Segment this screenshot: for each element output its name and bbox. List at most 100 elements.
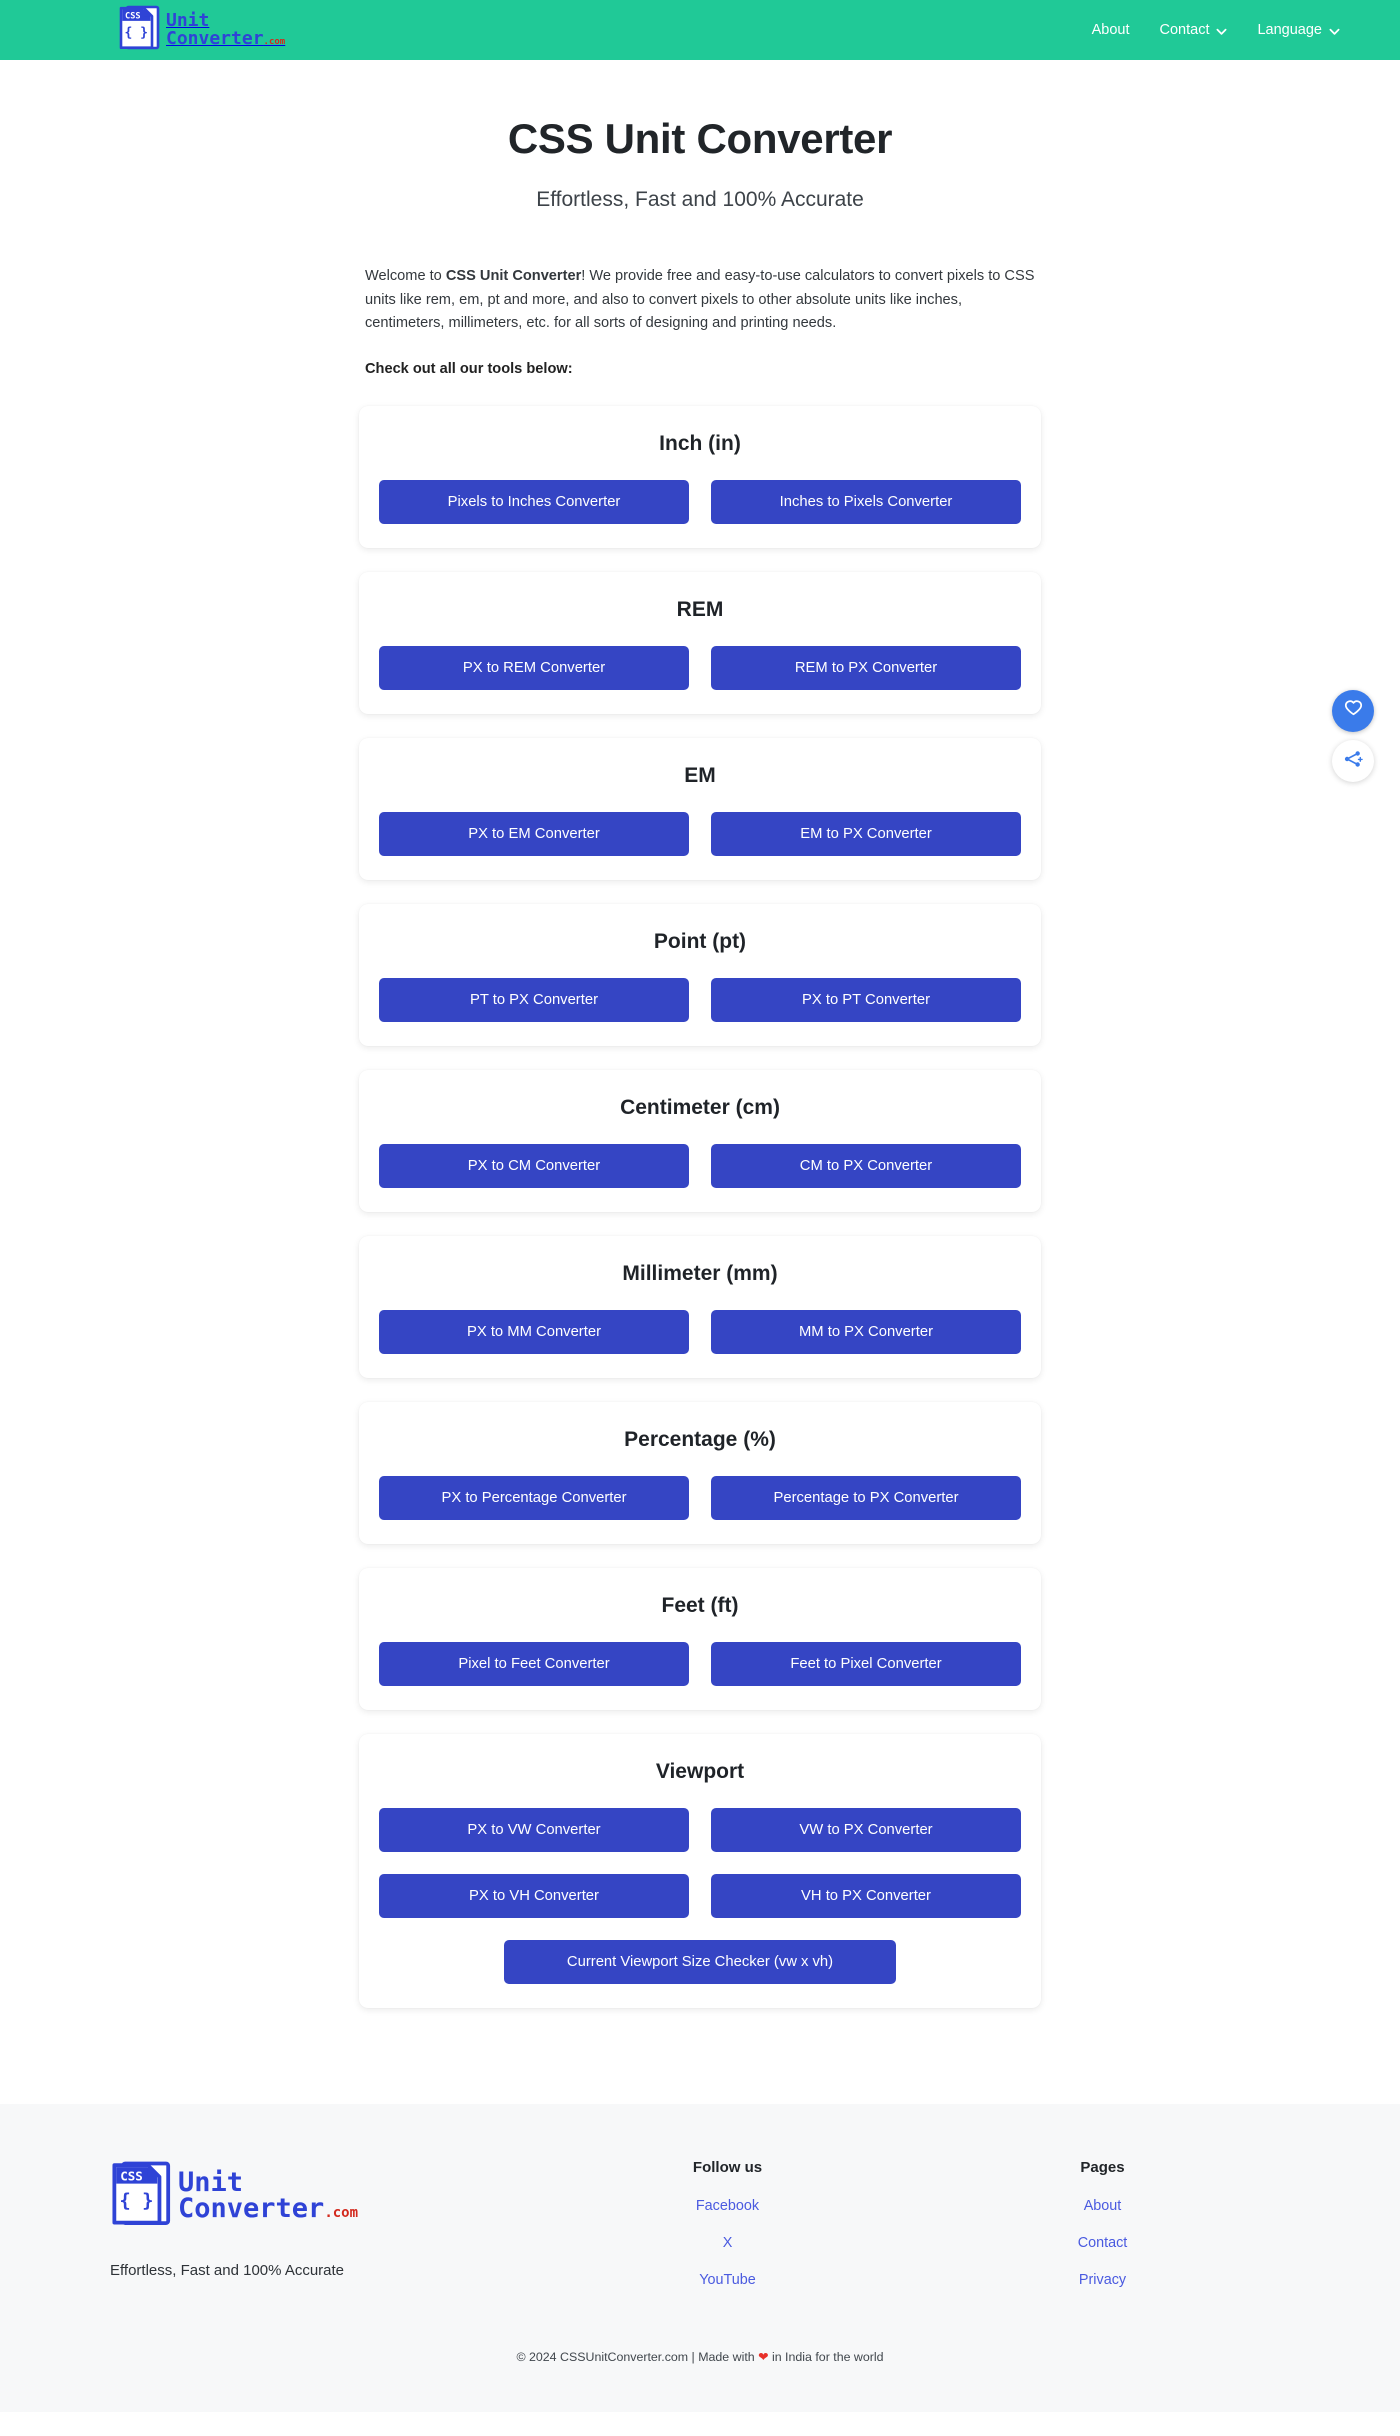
- footer-tagline: Effortless, Fast and 100% Accurate: [110, 2261, 345, 2279]
- btn-px-to-rem[interactable]: PX to REM Converter: [379, 645, 689, 690]
- nav-item-contact[interactable]: Contact: [1160, 22, 1228, 38]
- btn-px-to-mm[interactable]: PX to MM Converter: [379, 1309, 689, 1354]
- intro-paragraph: Welcome to CSS Unit Converter! We provid…: [365, 265, 1035, 336]
- btn-vh-to-px[interactable]: VH to PX Converter: [711, 1873, 1021, 1918]
- card-percentage: Percentage (%) PX to Percentage Converte…: [359, 1401, 1041, 1544]
- card-title: EM: [684, 763, 716, 787]
- card-title: REM: [676, 597, 724, 621]
- footer-link-about[interactable]: About: [915, 2198, 1290, 2214]
- page-title: CSS Unit Converter: [507, 115, 893, 162]
- svg-text:{ }: { }: [124, 25, 147, 40]
- card-button-grid: PX to VW Converter VW to PX Converter PX…: [379, 1807, 1021, 1918]
- floating-action-widgets: [1332, 690, 1374, 782]
- card-button-grid: PX to CM Converter CM to PX Converter: [379, 1143, 1021, 1188]
- intro-section: Welcome to CSS Unit Converter! We provid…: [365, 265, 1035, 382]
- svg-text:CSS: CSS: [120, 2168, 143, 2183]
- nav-label: About: [1091, 22, 1130, 38]
- logo-dotcom: .com: [324, 2205, 359, 2222]
- intro-brand-bold: CSS Unit Converter: [445, 268, 582, 284]
- chevron-down-icon: [1329, 25, 1340, 36]
- nav-label: Language: [1257, 22, 1322, 38]
- card-title: Inch (in): [659, 431, 741, 455]
- css-file-icon: CSS { }: [110, 2159, 174, 2234]
- logo-line-2: Converter.com: [178, 2193, 359, 2225]
- footer-columns: CSS { } Unit Converter.com Effortless, F…: [0, 2159, 1400, 2309]
- footer-brand-logo-link[interactable]: CSS { } Unit Converter.com: [110, 2159, 540, 2234]
- like-button[interactable]: [1332, 690, 1374, 732]
- brand-logo-link[interactable]: CSS { } Unit Converter.com: [118, 4, 285, 57]
- converter-cards: Inch (in) Pixels to Inches Converter Inc…: [359, 405, 1041, 2008]
- footer-column-heading: Follow us: [692, 2158, 763, 2176]
- card-feet: Feet (ft) Pixel to Feet Converter Feet t…: [359, 1567, 1041, 1710]
- btn-cm-to-px[interactable]: CM to PX Converter: [711, 1143, 1021, 1188]
- btn-current-viewport-size-checker[interactable]: Current Viewport Size Checker (vw x vh): [504, 1939, 896, 1984]
- footer-link-x[interactable]: X: [540, 2235, 915, 2251]
- footer-link-contact[interactable]: Contact: [915, 2235, 1290, 2251]
- btn-pt-to-px[interactable]: PT to PX Converter: [379, 977, 689, 1022]
- card-em: EM PX to EM Converter EM to PX Converter: [359, 737, 1041, 880]
- footer-link-youtube[interactable]: YouTube: [540, 2272, 915, 2288]
- copyright-text-after: in India for the world: [768, 2349, 884, 2364]
- card-title: Percentage (%): [624, 1427, 776, 1451]
- logo: CSS { } Unit Converter.com: [118, 4, 285, 57]
- card-rem: REM PX to REM Converter REM to PX Conver…: [359, 571, 1041, 714]
- card-button-grid: PX to MM Converter MM to PX Converter: [379, 1309, 1021, 1354]
- btn-rem-to-px[interactable]: REM to PX Converter: [711, 645, 1021, 690]
- card-viewport: Viewport PX to VW Converter VW to PX Con…: [359, 1733, 1041, 2008]
- card-title: Point (pt): [653, 929, 747, 953]
- card-inch: Inch (in) Pixels to Inches Converter Inc…: [359, 405, 1041, 548]
- svg-text:{ }: { }: [119, 2189, 153, 2211]
- footer-link-privacy[interactable]: Privacy: [915, 2272, 1290, 2288]
- share-icon: [1342, 748, 1364, 775]
- card-title: Millimeter (mm): [622, 1261, 778, 1285]
- hero-section: CSS Unit Converter Effortless, Fast and …: [0, 60, 1400, 212]
- card-button-grid: PX to EM Converter EM to PX Converter: [379, 811, 1021, 856]
- main-content: CSS Unit Converter Effortless, Fast and …: [0, 60, 1400, 2072]
- share-button[interactable]: [1332, 740, 1374, 782]
- btn-px-to-vh[interactable]: PX to VH Converter: [379, 1873, 689, 1918]
- btn-px-to-pt[interactable]: PX to PT Converter: [711, 977, 1021, 1022]
- logo-line-2: Converter.com: [166, 28, 286, 49]
- btn-feet-to-pixel[interactable]: Feet to Pixel Converter: [711, 1641, 1021, 1686]
- btn-px-to-cm[interactable]: PX to CM Converter: [379, 1143, 689, 1188]
- intro-text-before: Welcome to: [365, 268, 446, 284]
- heart-icon: [1343, 698, 1364, 724]
- copyright-text-before: © 2024 CSSUnitConverter.com | Made with: [516, 2349, 759, 2364]
- btn-px-to-em[interactable]: PX to EM Converter: [379, 811, 689, 856]
- nav-item-language[interactable]: Language: [1257, 22, 1340, 38]
- chevron-down-icon: [1216, 25, 1227, 36]
- btn-px-to-percentage[interactable]: PX to Percentage Converter: [379, 1475, 689, 1520]
- header-inner: CSS { } Unit Converter.com About Contact: [0, 4, 1400, 57]
- site-header: CSS { } Unit Converter.com About Contact: [0, 0, 1400, 60]
- footer-brand-column: CSS { } Unit Converter.com Effortless, F…: [110, 2159, 540, 2279]
- card-title: Centimeter (cm): [620, 1095, 780, 1119]
- card-button-grid: Pixels to Inches Converter Inches to Pix…: [379, 479, 1021, 524]
- btn-px-to-vw[interactable]: PX to VW Converter: [379, 1807, 689, 1852]
- btn-mm-to-px[interactable]: MM to PX Converter: [711, 1309, 1021, 1354]
- card-title: Feet (ft): [661, 1593, 739, 1617]
- card-centimeter: Centimeter (cm) PX to CM Converter CM to…: [359, 1069, 1041, 1212]
- page-subtitle: Effortless, Fast and 100% Accurate: [536, 188, 864, 211]
- copyright-line: © 2024 CSSUnitConverter.com | Made with …: [0, 2309, 1400, 2412]
- card-point: Point (pt) PT to PX Converter PX to PT C…: [359, 903, 1041, 1046]
- card-button-grid: PX to Percentage Converter Percentage to…: [379, 1475, 1021, 1520]
- btn-pixels-to-inches[interactable]: Pixels to Inches Converter: [379, 479, 689, 524]
- footer-link-facebook[interactable]: Facebook: [540, 2198, 915, 2214]
- footer-column-pages: Pages About Contact Privacy: [915, 2159, 1290, 2309]
- nav-item-about[interactable]: About: [1092, 22, 1130, 38]
- btn-vw-to-px[interactable]: VW to PX Converter: [711, 1807, 1021, 1852]
- footer-logo-wordmark: Unit Converter.com: [178, 2168, 359, 2225]
- footer-column-heading: Pages: [1080, 2158, 1125, 2176]
- tools-heading: Check out all our tools below:: [365, 360, 573, 377]
- css-file-icon: CSS { }: [118, 4, 162, 57]
- btn-inches-to-pixels[interactable]: Inches to Pixels Converter: [711, 479, 1021, 524]
- card-button-grid: PX to REM Converter REM to PX Converter: [379, 645, 1021, 690]
- btn-percentage-to-px[interactable]: Percentage to PX Converter: [711, 1475, 1021, 1520]
- btn-pixel-to-feet[interactable]: Pixel to Feet Converter: [379, 1641, 689, 1686]
- logo-dotcom: .com: [263, 37, 286, 47]
- card-title: Viewport: [655, 1759, 745, 1783]
- logo-wordmark: Unit Converter.com: [166, 12, 285, 47]
- btn-em-to-px[interactable]: EM to PX Converter: [711, 811, 1021, 856]
- viewport-checker-row: Current Viewport Size Checker (vw x vh): [379, 1939, 1021, 1984]
- card-millimeter: Millimeter (mm) PX to MM Converter MM to…: [359, 1235, 1041, 1378]
